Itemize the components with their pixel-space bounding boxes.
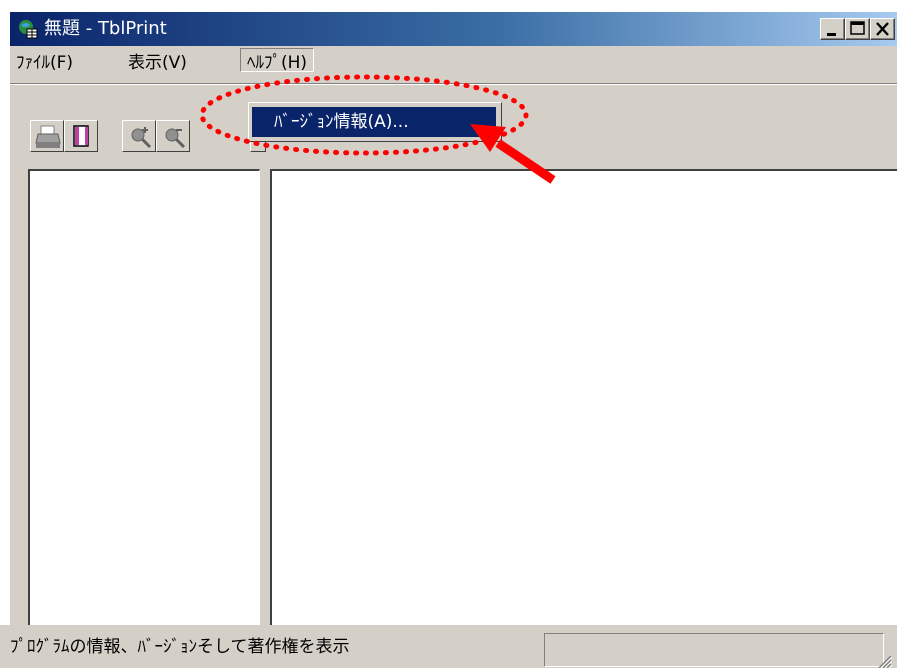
close-icon — [876, 22, 889, 36]
zoom-in-icon — [131, 127, 152, 149]
app-globe-icon — [19, 20, 38, 39]
app-window: 無題 - TblPrint ﾌｧｲﾙ(F) 表示(V) ﾍﾙﾌﾟ(H) ﾊﾞｰｼ… — [10, 12, 897, 668]
preview-pane[interactable] — [270, 169, 897, 635]
title-bar[interactable]: 無題 - TblPrint — [10, 12, 897, 46]
menu-view[interactable]: 表示(V) — [128, 52, 187, 74]
print-button[interactable] — [30, 120, 64, 152]
minimize-button[interactable] — [820, 18, 845, 40]
menu-help[interactable]: ﾍﾙﾌﾟ(H) — [240, 48, 315, 73]
tree-pane[interactable] — [28, 169, 260, 635]
page-button[interactable] — [64, 120, 98, 152]
resize-grip-icon[interactable] — [872, 654, 892, 668]
window-title: 無題 - TblPrint — [44, 18, 167, 39]
menu-divider — [10, 83, 897, 85]
printer-icon — [35, 125, 61, 148]
help-dropdown-menu: ﾊﾞｰｼﾞｮﾝ情報(A)... — [248, 102, 502, 142]
zoom-in-button[interactable] — [122, 120, 156, 152]
menu-file[interactable]: ﾌｧｲﾙ(F) — [16, 52, 73, 74]
minimize-icon — [827, 33, 836, 36]
maximize-button[interactable] — [845, 18, 870, 40]
status-panel — [544, 633, 884, 667]
page-icon — [73, 125, 89, 147]
zoom-out-icon — [165, 128, 186, 149]
maximize-icon — [850, 21, 865, 35]
menu-bar: ﾌｧｲﾙ(F) 表示(V) ﾍﾙﾌﾟ(H) — [10, 46, 897, 80]
close-button[interactable] — [870, 18, 895, 40]
status-text: ﾌﾟﾛｸﾞﾗﾑの情報、ﾊﾞｰｼﾞｮﾝそして著作権を表示 — [10, 637, 350, 657]
status-bar: ﾌﾟﾛｸﾞﾗﾑの情報、ﾊﾞｰｼﾞｮﾝそして著作権を表示 — [0, 625, 897, 668]
pane-splitter[interactable] — [260, 169, 270, 635]
menu-item-version-info[interactable]: ﾊﾞｰｼﾞｮﾝ情報(A)... — [252, 107, 496, 137]
zoom-out-button[interactable] — [156, 120, 190, 152]
